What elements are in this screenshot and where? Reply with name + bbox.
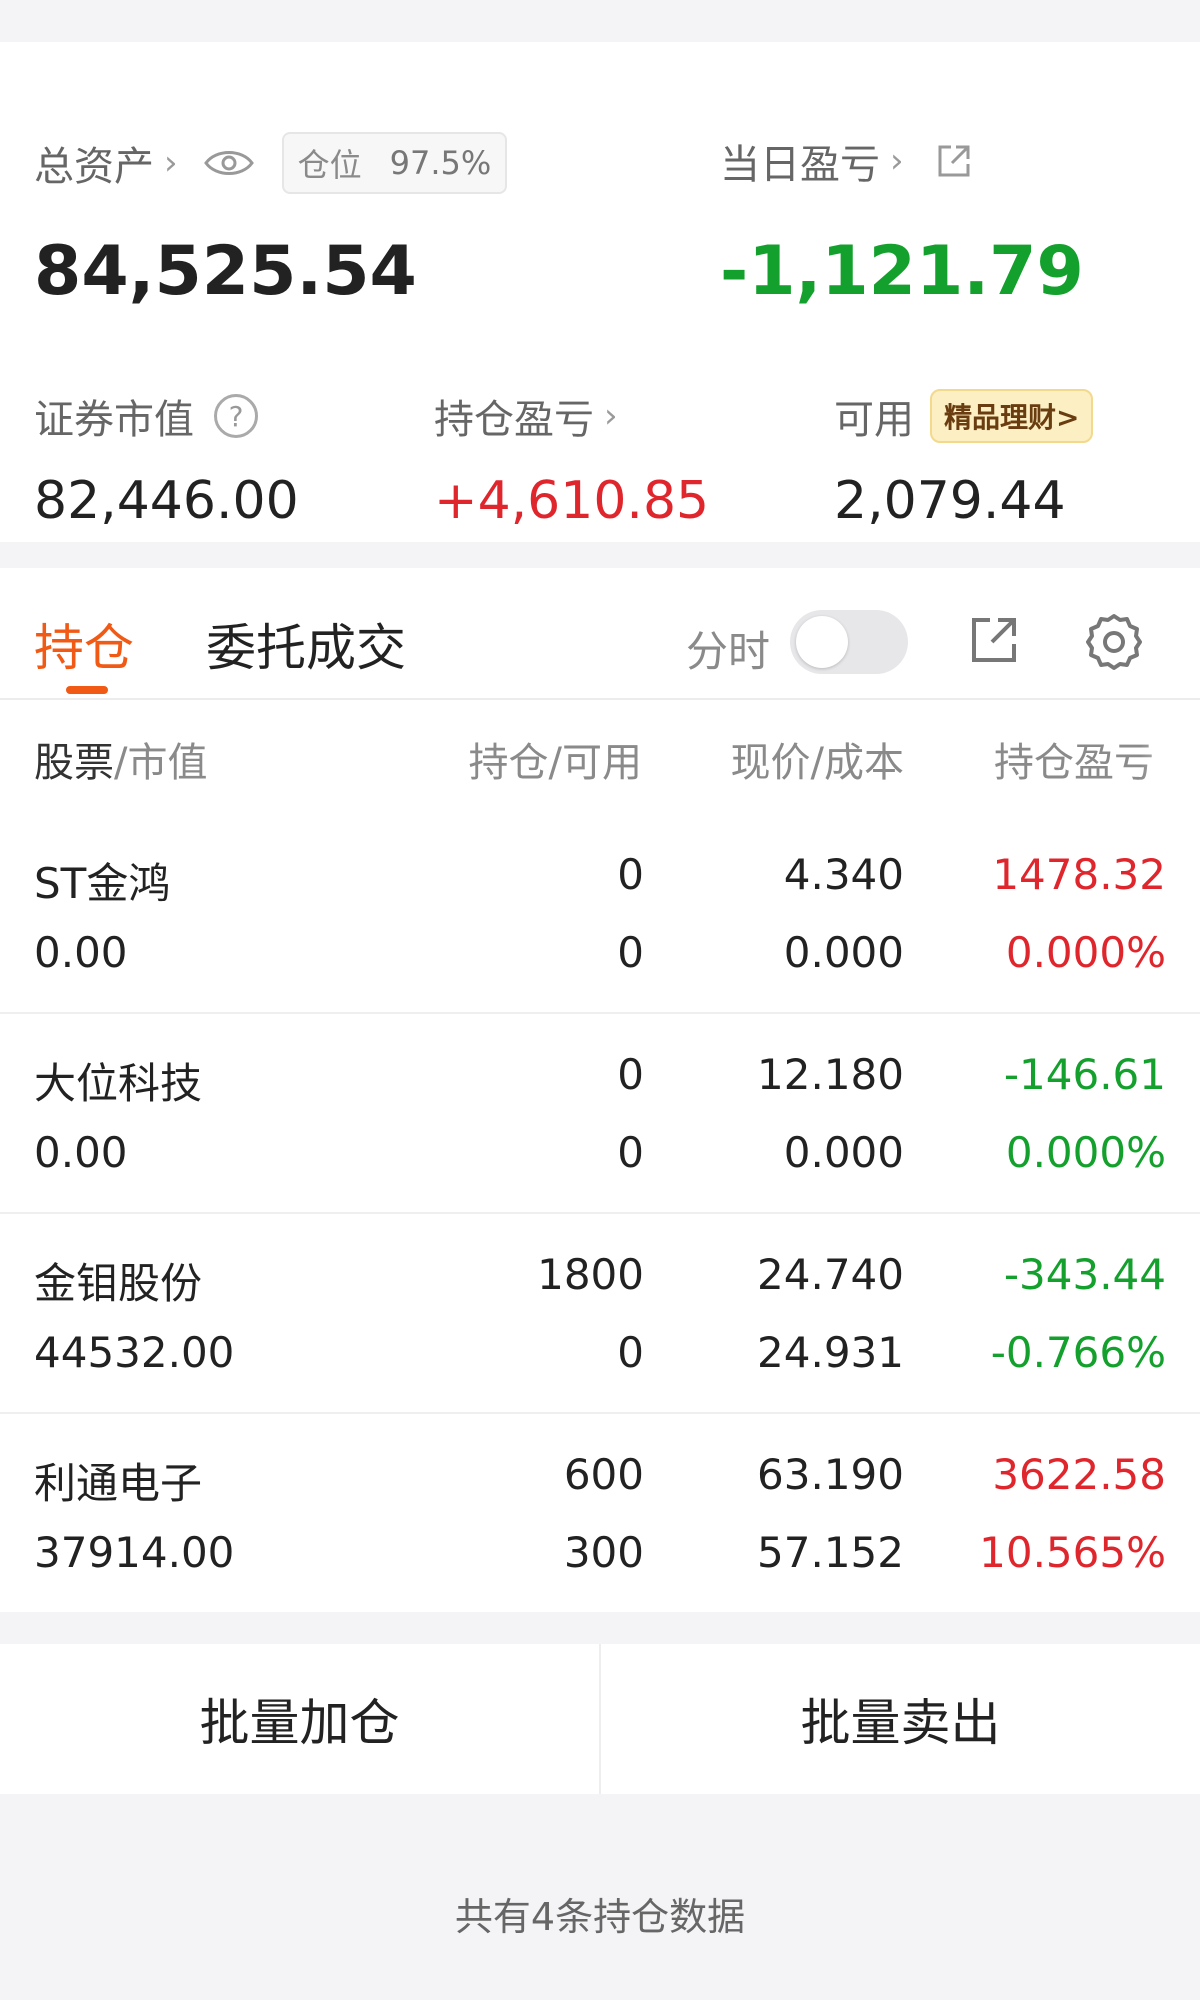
holding-pnl-block[interactable]: 持仓盈亏 › +4,610.85 [434,387,709,531]
stock-name: 大位科技 [34,1059,203,1108]
total-assets-header[interactable]: 总资产 › 仓位 97.5% [34,132,508,194]
pnl-percent: 0.000% [1005,1128,1166,1177]
cost-price: 24.931 [757,1328,904,1377]
cost-price: 57.152 [757,1528,904,1577]
stock-market-value: 44532.00 [34,1328,235,1377]
top-strip [0,0,1200,42]
pnl-amount: -343.44 [1003,1250,1166,1299]
total-assets-value: 84,525.54 [34,232,417,311]
question-icon[interactable]: ? [214,394,258,438]
batch-add-button[interactable]: 批量加仓 [0,1644,599,1794]
table-row[interactable]: 大位科技 0.00 0 0 12.180 0.000 -146.61 0.000… [0,1014,1200,1214]
position-badge: 仓位 97.5% [281,132,508,194]
chevron-right-icon: › [164,143,178,183]
stock-market-value: 37914.00 [34,1528,235,1577]
available-qty: 0 [617,928,644,977]
holdings-tabs: 持仓 委托成交 分时 [0,568,1200,700]
header-stock-label: 股票 [34,740,114,786]
section-gap [0,542,1200,568]
hold-qty: 600 [563,1450,644,1499]
intraday-toggle[interactable] [790,610,908,674]
current-price: 63.190 [757,1450,904,1499]
stock-market-value: 0.00 [34,1128,128,1177]
cost-price: 0.000 [783,928,904,977]
stock-name: 金钼股份 [34,1259,203,1308]
position-label: 仓位 [297,146,362,184]
daily-pnl-header[interactable]: 当日盈亏 › [720,132,974,190]
market-value-label: 证券市值 [34,397,194,443]
stock-name: 利通电子 [34,1459,203,1508]
daily-pnl-value: -1,121.79 [720,232,1084,311]
eye-icon[interactable] [203,147,254,179]
hold-qty: 1800 [537,1250,644,1299]
holdings-count-note: 共有4条持仓数据 [454,1895,746,1939]
gear-icon[interactable] [1084,612,1144,676]
hold-qty: 0 [617,1050,644,1099]
header-fade [1140,700,1200,814]
toggle-knob [796,616,848,668]
available-value: 2,079.44 [834,471,1066,531]
chevron-right-icon: › [604,396,618,436]
total-assets-label: 总资产 [34,144,154,190]
current-price: 4.340 [783,850,904,899]
asset-summary: 总资产 › 仓位 97.5% 当日盈亏 › 84,525.54 -1,121.7… [0,42,1200,542]
market-value-block: 证券市值 ? 82,446.00 [34,387,299,531]
table-row[interactable]: ST金鸿 0.00 0 0 4.340 0.000 1478.32 0.000% [0,814,1200,1014]
pnl-amount: 1478.32 [992,850,1166,899]
available-qty: 300 [563,1528,644,1577]
table-row[interactable]: 金钼股份 44532.00 1800 0 24.740 24.931 -343.… [0,1214,1200,1414]
wealth-promo-badge[interactable]: 精品理财> [930,389,1094,443]
external-link-icon[interactable] [966,612,1022,672]
pnl-percent: -0.766% [990,1328,1166,1377]
table-header: 股票/市值 持仓/可用 现价/成本 持仓盈亏 [0,700,1200,814]
active-tab-indicator [66,686,108,694]
stock-market-value: 0.00 [34,928,128,977]
available-block: 可用 精品理财> 2,079.44 [834,387,1094,531]
hold-qty: 0 [617,850,644,899]
pnl-percent: 10.565% [979,1528,1166,1577]
daily-pnl-label: 当日盈亏 [720,142,880,188]
current-price: 12.180 [757,1050,904,1099]
cost-price: 0.000 [783,1128,904,1177]
holdings-table-body: ST金鸿 0.00 0 0 4.340 0.000 1478.32 0.000%… [0,814,1200,1612]
market-value: 82,446.00 [34,471,299,531]
header-hold[interactable]: 持仓/可用 [469,730,642,788]
header-price[interactable]: 现价/成本 [731,730,904,788]
external-link-icon[interactable] [934,141,974,181]
pnl-amount: -146.61 [1003,1050,1166,1099]
chevron-right-icon: › [890,141,904,181]
tab-orders[interactable]: 委托成交 [206,608,406,680]
header-stock: 股票/市值 [34,730,207,788]
intraday-label: 分时 [686,627,771,676]
current-price: 24.740 [757,1250,904,1299]
position-value: 97.5% [389,144,492,182]
batch-sell-button[interactable]: 批量卖出 [599,1644,1200,1794]
header-market-value-label: /市值 [114,740,208,786]
stock-name: ST金鸿 [34,859,171,908]
pnl-amount: 3622.58 [992,1450,1166,1499]
pnl-percent: 0.000% [1005,928,1166,977]
holding-pnl-value: +4,610.85 [434,471,710,531]
available-qty: 0 [617,1128,644,1177]
table-row[interactable]: 利通电子 37914.00 600 300 63.190 57.152 3622… [0,1414,1200,1612]
tab-holdings[interactable]: 持仓 [34,608,134,680]
available-qty: 0 [617,1328,644,1377]
holdings-section: 持仓 委托成交 分时 股票/市值 持仓/可用 现价/成本 持仓盈亏 ST金鸿 0… [0,568,1200,1612]
batch-actions: 批量加仓 批量卖出 [0,1644,1200,1794]
holding-pnl-label: 持仓盈亏 [434,397,594,443]
available-label: 可用 [834,397,914,443]
